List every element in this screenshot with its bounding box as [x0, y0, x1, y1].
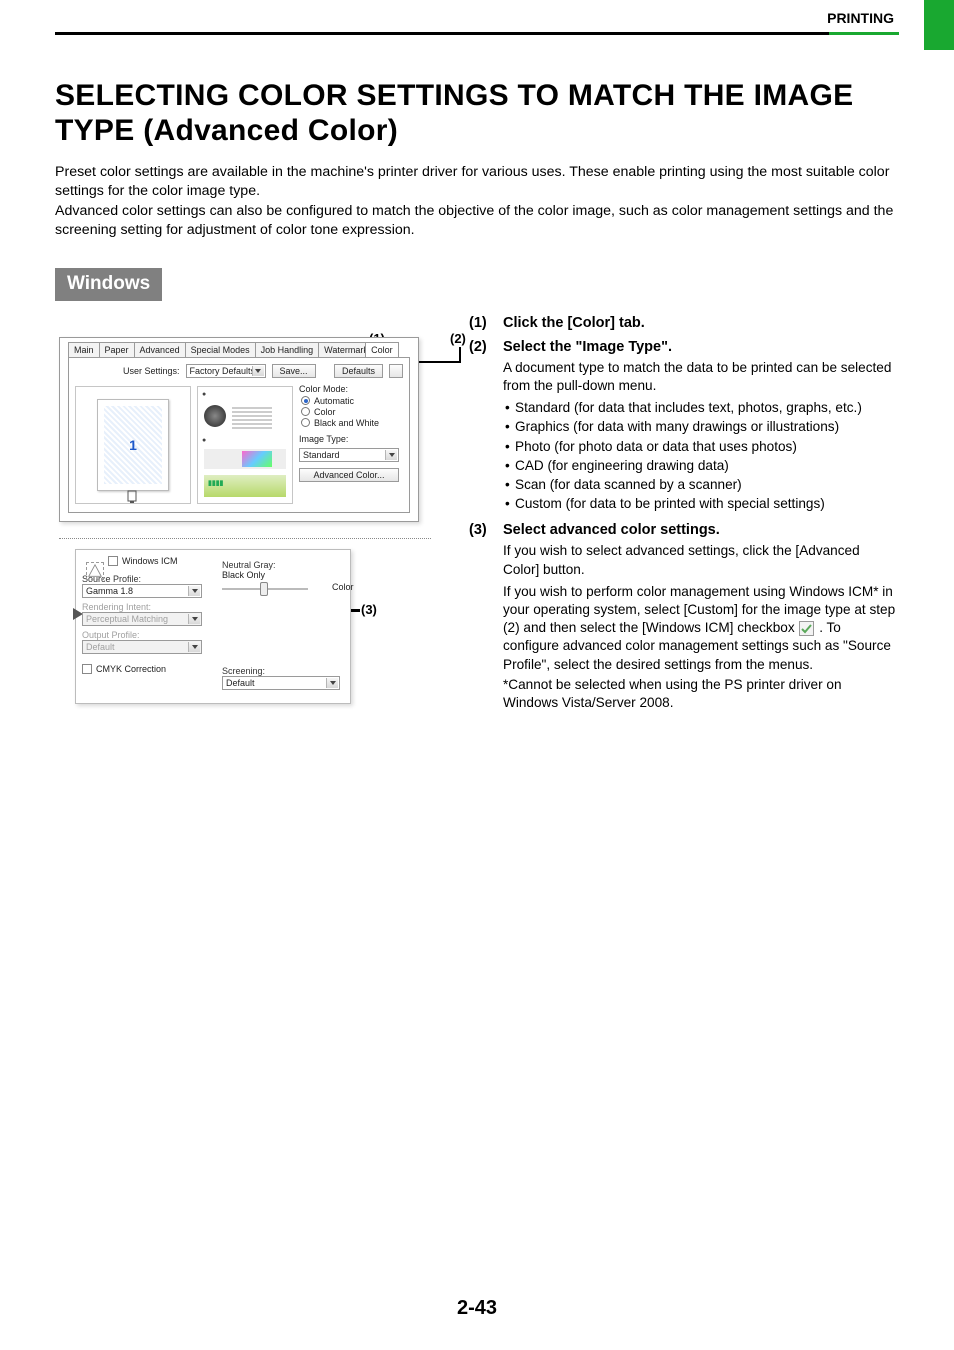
chevron-down-icon — [326, 678, 338, 688]
radio-automatic-label: Automatic — [314, 396, 354, 406]
preview-pane: 1 — [75, 386, 191, 504]
callout-3: (3) — [361, 602, 377, 617]
printer-dialog-top: Main Paper Advanced Special Modes Job Ha… — [59, 337, 419, 522]
defaults-button[interactable]: Defaults — [334, 364, 383, 378]
intro-p2: Advanced color settings can also be conf… — [55, 202, 899, 239]
cmyk-correction-label: CMYK Correction — [96, 664, 166, 674]
image-type-combo[interactable]: Standard — [299, 448, 399, 462]
step-3-footnote: *Cannot be selected when using the PS pr… — [503, 676, 899, 712]
page-title: SELECTING COLOR SETTINGS TO MATCH THE IM… — [55, 78, 899, 149]
rendering-intent-label: Rendering Intent: — [82, 602, 212, 612]
cmyk-correction-checkbox[interactable]: CMYK Correction — [82, 664, 166, 674]
step-2-bullet-0: Standard (for data that includes text, p… — [503, 399, 899, 417]
source-profile-combo[interactable]: Gamma 1.8 — [82, 584, 202, 598]
step-3-title: Select advanced color settings. — [503, 522, 899, 538]
color-mode-label: Color Mode: — [299, 384, 403, 394]
side-tab — [924, 0, 954, 50]
rendering-intent-combo: Perceptual Matching — [82, 612, 202, 626]
radio-bw-label: Black and White — [314, 418, 379, 428]
orientation-icon — [124, 489, 140, 505]
output-profile-combo: Default — [82, 640, 202, 654]
callout-2: (2) — [450, 331, 466, 346]
step-2-bullet-2: Photo (for photo data or data that uses … — [503, 438, 899, 456]
user-settings-value: Factory Defaults — [190, 366, 256, 376]
windows-icm-label: Windows ICM — [122, 556, 178, 566]
chevron-down-icon — [188, 642, 200, 652]
tab-special-modes[interactable]: Special Modes — [185, 342, 256, 357]
color-sample-pane: ● ● ▮▮▮▮ — [197, 386, 293, 504]
tab-advanced[interactable]: Advanced — [134, 342, 186, 357]
user-settings-combo[interactable]: Factory Defaults — [186, 364, 266, 378]
help-button[interactable] — [389, 364, 403, 378]
step-2-title: Select the "Image Type". — [503, 339, 899, 355]
tab-main[interactable]: Main — [68, 342, 100, 357]
screening-combo[interactable]: Default — [222, 676, 340, 690]
image-type-label: Image Type: — [299, 434, 403, 444]
intro-p1: Preset color settings are available in t… — [55, 163, 899, 200]
color-tab-options: Color Mode: Automatic Color Black and Wh… — [299, 384, 403, 482]
chevron-down-icon — [188, 614, 200, 624]
header-rule — [55, 32, 899, 35]
step-2-num: (2) — [469, 339, 493, 515]
screening-value: Default — [226, 678, 255, 688]
step-3-body-b: If you wish to perform color management … — [503, 583, 899, 674]
tab-job-handling[interactable]: Job Handling — [255, 342, 320, 357]
step-1-title: Click the [Color] tab. — [503, 315, 645, 331]
step-3-body-a: If you wish to select advanced settings,… — [503, 542, 899, 578]
step-3-num: (3) — [469, 522, 493, 712]
advanced-color-button-label: Advanced Color... — [313, 470, 384, 480]
radio-bw[interactable]: Black and White — [301, 418, 403, 428]
rendering-intent-value: Perceptual Matching — [86, 614, 168, 624]
image-type-value: Standard — [303, 450, 340, 460]
chevron-down-icon — [188, 586, 200, 596]
radio-color[interactable]: Color — [301, 407, 403, 417]
tab-color[interactable]: Color — [365, 342, 399, 357]
radio-color-label: Color — [314, 407, 336, 417]
preview-page-number: 1 — [129, 437, 137, 453]
output-profile-label: Output Profile: — [82, 630, 212, 640]
checkbox-icon — [799, 621, 814, 636]
color-triangle-icon — [86, 562, 104, 580]
chevron-down-icon — [252, 366, 264, 376]
preview-page: 1 — [97, 399, 169, 491]
tab-watermark[interactable]: Watermark — [318, 342, 366, 357]
section-header: PRINTING — [827, 10, 894, 26]
step-2-bullet-3: CAD (for engineering drawing data) — [503, 457, 899, 475]
output-profile-value: Default — [86, 642, 115, 652]
step-2-body: A document type to match the data to be … — [503, 359, 899, 395]
page-number: 2-43 — [0, 1297, 954, 1320]
neutral-gray-label: Neutral Gray: — [222, 560, 342, 570]
neutral-gray-left: Black Only — [222, 570, 308, 580]
windows-icm-checkbox[interactable]: Windows ICM — [108, 556, 178, 566]
chevron-down-icon — [385, 450, 397, 460]
os-label: Windows — [55, 268, 162, 301]
neutral-gray-slider[interactable] — [222, 580, 308, 596]
radio-automatic[interactable]: Automatic — [301, 396, 403, 406]
neutral-gray-right: Color — [332, 582, 354, 592]
figure-divider — [59, 538, 431, 539]
step-1-num: (1) — [469, 315, 493, 331]
tab-paper[interactable]: Paper — [99, 342, 135, 357]
step-2-bullet-4: Scan (for data scanned by a scanner) — [503, 476, 899, 494]
advanced-color-button[interactable]: Advanced Color... — [299, 468, 399, 482]
user-settings-label: User Settings: — [123, 366, 180, 376]
source-profile-value: Gamma 1.8 — [86, 586, 133, 596]
save-button[interactable]: Save... — [272, 364, 316, 378]
step-2-bullet-5: Custom (for data to be printed with spec… — [503, 495, 899, 513]
advanced-color-dialog: Windows ICM Source Profile: Gamma 1.8 Re… — [75, 549, 351, 704]
screening-label: Screening: — [222, 666, 340, 676]
callout-line-2a — [459, 347, 461, 361]
step-2-bullet-1: Graphics (for data with many drawings or… — [503, 418, 899, 436]
